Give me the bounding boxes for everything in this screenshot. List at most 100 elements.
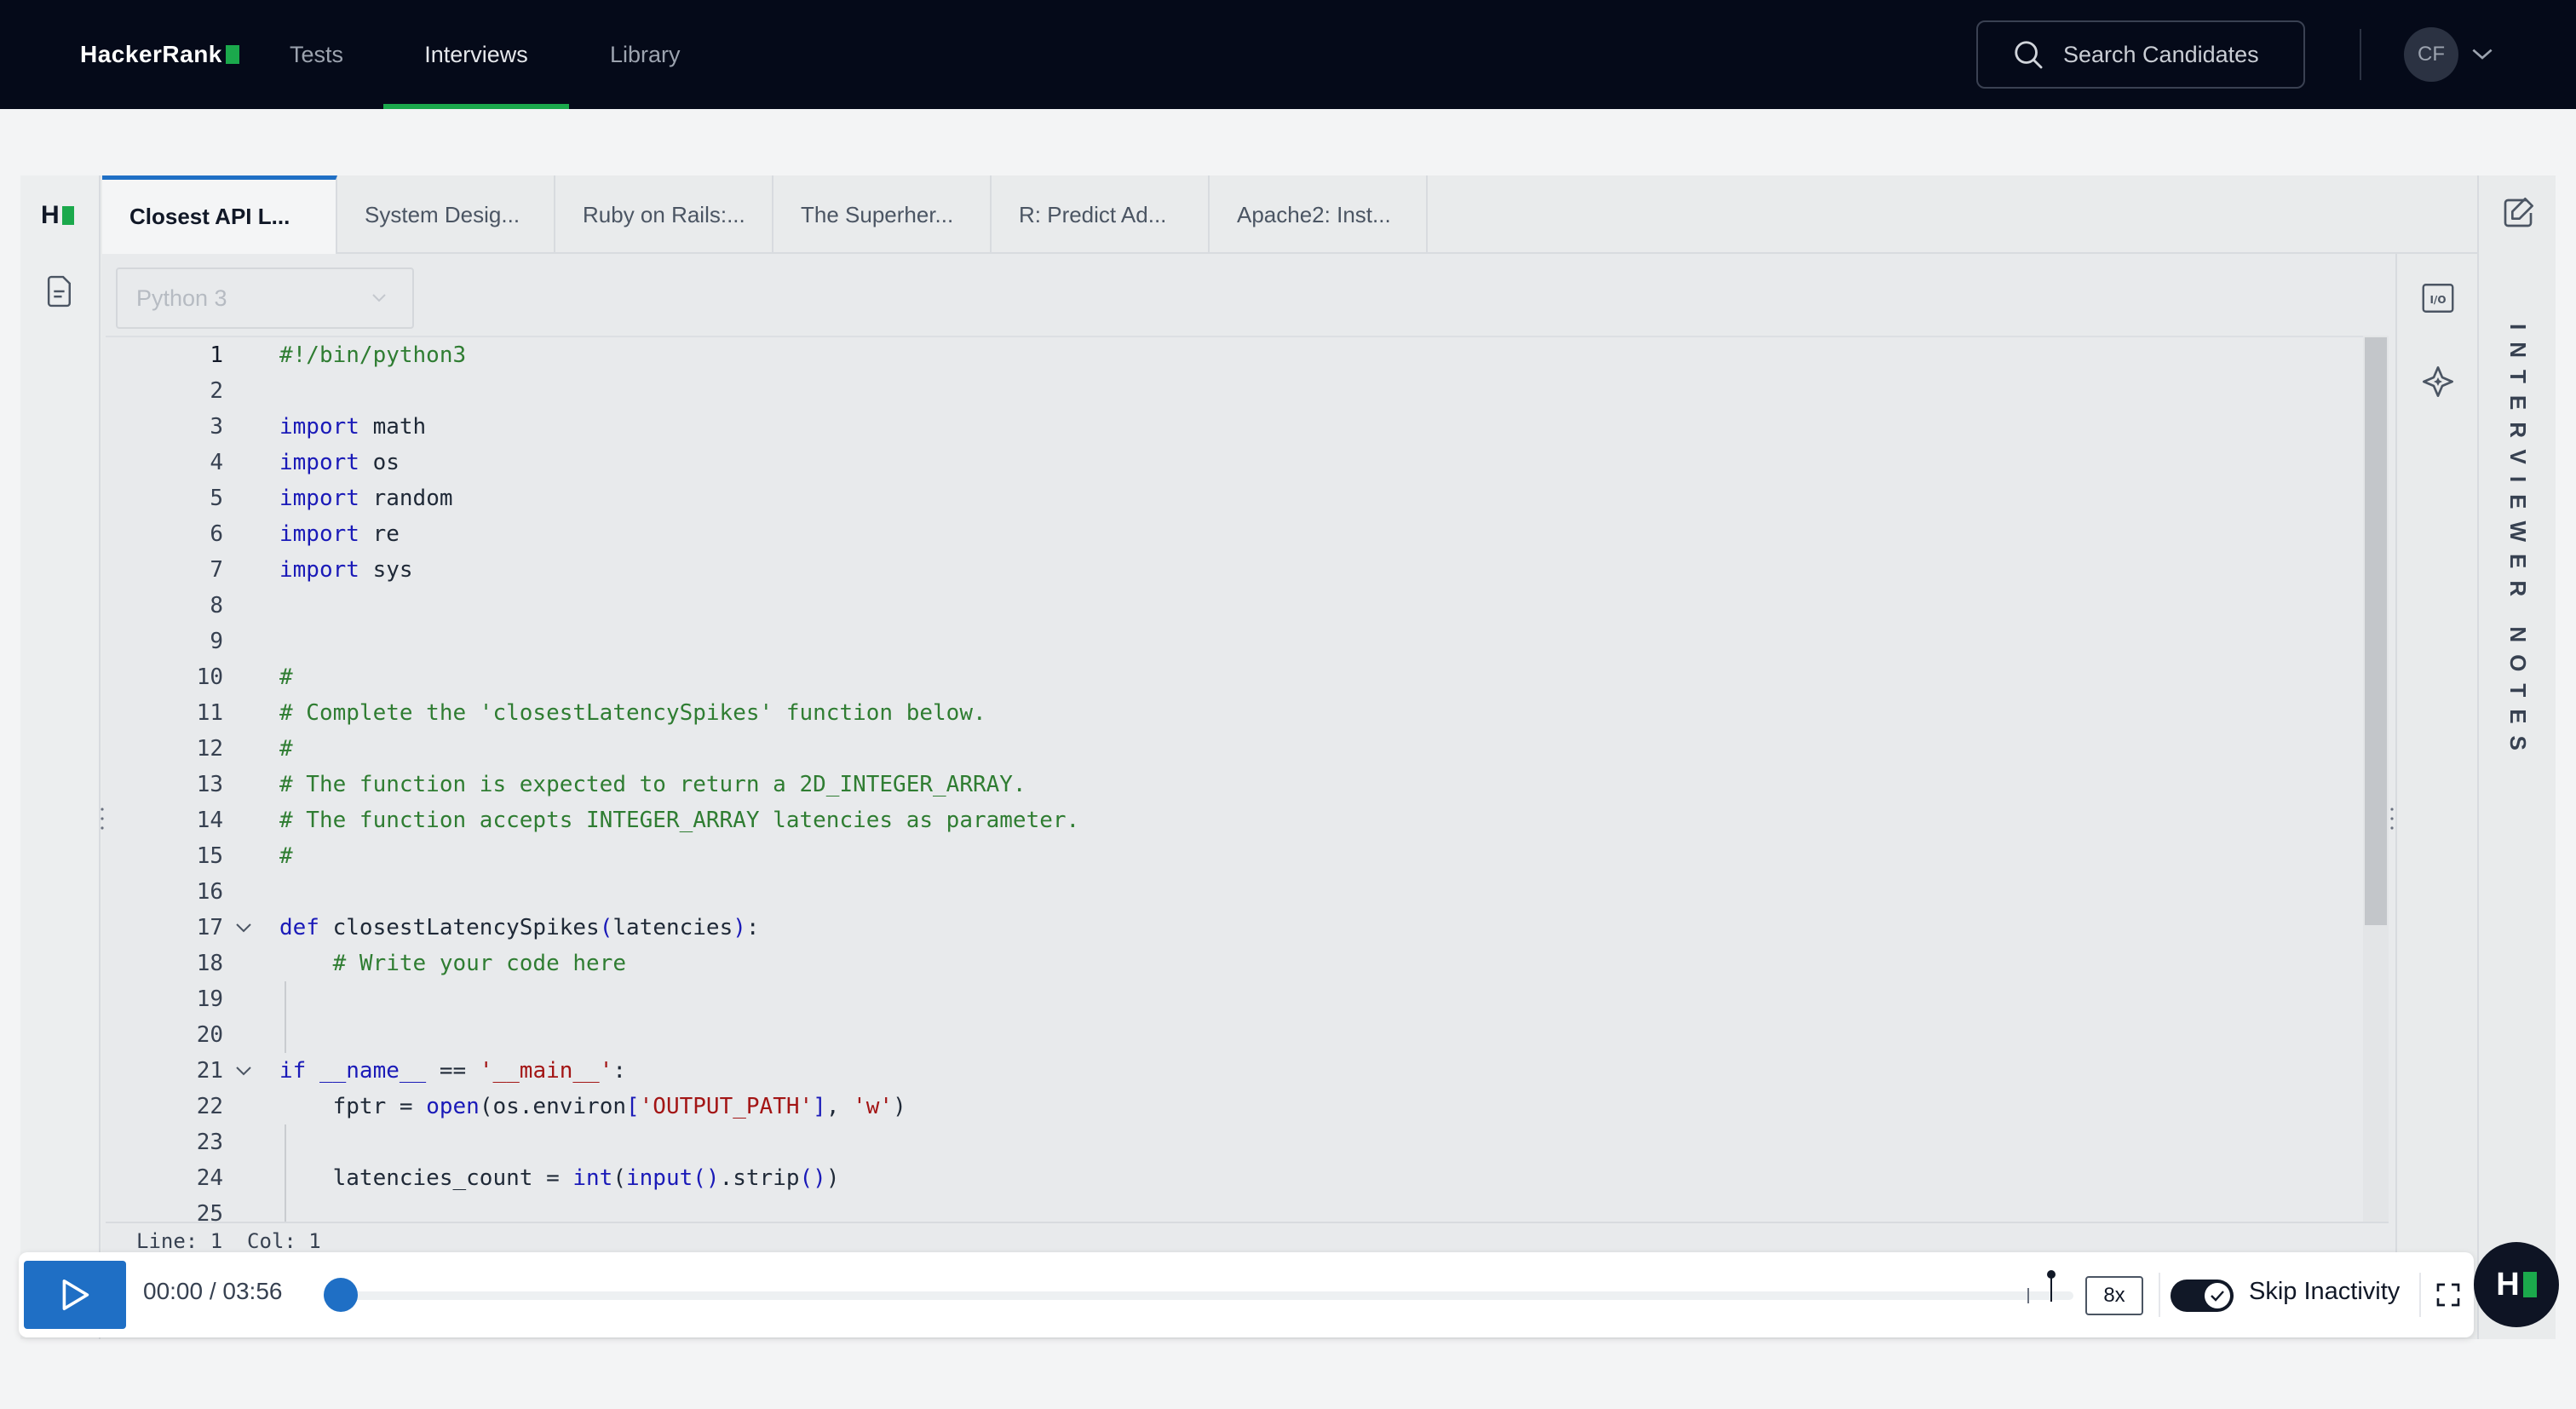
- line-number: 20: [196, 1022, 223, 1048]
- code-line: 3 import math: [106, 409, 2372, 445]
- tab-label: R: Predict Ad...: [1019, 201, 1167, 227]
- ai-assist-icon[interactable]: [2421, 365, 2455, 399]
- playback-time: 00:00 / 03:56: [143, 1278, 283, 1304]
- tab-label: System Desig...: [365, 201, 520, 227]
- timeline-marker-icon[interactable]: [2043, 1269, 2060, 1303]
- fold-chevron-icon[interactable]: [233, 921, 254, 935]
- check-icon: [2211, 1291, 2224, 1302]
- line-number: 24: [196, 1165, 223, 1191]
- nav-library[interactable]: Library: [610, 0, 681, 109]
- line-text: # Write your code here: [332, 951, 626, 976]
- top-navbar: HackerRank Tests Interviews Library Sear…: [0, 0, 2576, 109]
- code-line: 1 #!/bin/python3: [106, 337, 2372, 373]
- code-line: 7 import sys: [106, 552, 2372, 588]
- search-placeholder: Search Candidates: [2063, 41, 2259, 67]
- line-number: 21: [196, 1058, 223, 1084]
- drag-handle-icon[interactable]: [101, 806, 104, 831]
- divider: [2419, 1273, 2421, 1317]
- avatar[interactable]: CF: [2404, 27, 2458, 82]
- timeline-scrubber[interactable]: [324, 1278, 358, 1312]
- line-number: 11: [196, 700, 223, 726]
- logo-square: [225, 45, 239, 64]
- line-number: 4: [210, 450, 223, 475]
- line-number: 19: [196, 986, 223, 1012]
- hackerrank-logo[interactable]: HackerRank: [80, 39, 239, 70]
- line-text: latencies_count = int(input().strip()): [279, 1165, 840, 1191]
- code-line: 21 if __name__ == '__main__':: [106, 1053, 2372, 1089]
- code-editor[interactable]: 1 #!/bin/python3 2 3 import math 4 import o…: [106, 336, 2372, 1222]
- tab-apache2[interactable]: Apache2: Inst...: [1210, 175, 1428, 254]
- tab-system-design[interactable]: System Desig...: [337, 175, 555, 254]
- tab-label: The Superher...: [801, 201, 954, 227]
- search-icon: [2015, 41, 2043, 69]
- code-line: 16: [106, 874, 2372, 910]
- code-line: 4 import os: [106, 445, 2372, 480]
- brand-text: HackerRank: [80, 41, 222, 67]
- line-number: 16: [196, 879, 223, 905]
- code-line: 10 #: [106, 659, 2372, 695]
- hackerrank-help-button[interactable]: H: [2474, 1242, 2559, 1327]
- search-candidates-button[interactable]: Search Candidates: [1976, 20, 2305, 89]
- code-line: 5 import random: [106, 480, 2372, 516]
- code-line: 15 #: [106, 838, 2372, 874]
- code-line: 14 # The function accepts INTEGER_ARRAY l…: [106, 802, 2372, 838]
- nav-divider: [2360, 29, 2361, 80]
- cursor-position: Line: 1 Col: 1: [136, 1229, 321, 1253]
- question-document-icon[interactable]: [44, 274, 77, 308]
- code-line: 11 # Complete the 'closestLatencySpikes' …: [106, 695, 2372, 731]
- interviewer-notes-panel[interactable]: INTERVIEWER NOTES: [2477, 175, 2556, 1339]
- toggle-thumb: [2205, 1283, 2230, 1308]
- line-number: 2: [210, 378, 223, 404]
- drag-handle-icon[interactable]: [2390, 806, 2394, 831]
- line-number: 7: [210, 557, 223, 583]
- code-line: 19: [106, 981, 2372, 1017]
- line-number: 17: [196, 915, 223, 940]
- fold-chevron-icon[interactable]: [233, 1064, 254, 1078]
- line-number: 10: [196, 664, 223, 690]
- avatar-initials: CF: [2418, 43, 2445, 66]
- right-tool-rail: I/O: [2395, 254, 2477, 1261]
- nav-tests[interactable]: Tests: [290, 0, 343, 109]
- line-text: #: [279, 843, 293, 869]
- line-text: #: [279, 664, 293, 690]
- playback-timeline[interactable]: [336, 1291, 2073, 1300]
- mini-logo-text: H: [41, 201, 60, 229]
- line-text: # Complete the 'closestLatencySpikes' fu…: [279, 700, 986, 726]
- line-text: # The function is expected to return a 2…: [279, 772, 1026, 797]
- language-value: Python 3: [136, 285, 227, 311]
- speed-value: 8x: [2103, 1284, 2125, 1307]
- line-number: 18: [196, 951, 223, 976]
- code-line: 20: [106, 1017, 2372, 1053]
- fullscreen-icon[interactable]: [2435, 1281, 2462, 1308]
- skip-inactivity-toggle[interactable]: [2171, 1280, 2234, 1312]
- language-select[interactable]: Python 3: [116, 267, 414, 329]
- playback-bar: 00:00 / 03:56 8x Skip Inactivity: [19, 1252, 2474, 1337]
- chevron-down-icon[interactable]: [2469, 43, 2496, 66]
- code-line: 8: [106, 588, 2372, 624]
- line-number: 13: [196, 772, 223, 797]
- tab-closest-api[interactable]: Closest API L...: [102, 175, 337, 254]
- line-text: import math: [279, 414, 427, 440]
- line-number: 1: [210, 342, 223, 368]
- playback-speed-button[interactable]: 8x: [2085, 1276, 2143, 1315]
- code-line: 2: [106, 373, 2372, 409]
- tab-r-predict[interactable]: R: Predict Ad...: [992, 175, 1210, 254]
- notes-edit-icon[interactable]: [2501, 196, 2535, 230]
- tab-ruby-on-rails[interactable]: Ruby on Rails:...: [555, 175, 773, 254]
- nav-library-label: Library: [610, 41, 681, 67]
- tab-superhero[interactable]: The Superher...: [773, 175, 992, 254]
- line-number: 14: [196, 808, 223, 833]
- code-line: 25: [106, 1196, 2372, 1222]
- line-number: 8: [210, 593, 223, 618]
- line-number: 5: [210, 486, 223, 511]
- line-text: # The function accepts INTEGER_ARRAY lat…: [279, 808, 1080, 833]
- line-text: import os: [279, 450, 400, 475]
- editor-scrollbar-thumb[interactable]: [2365, 337, 2387, 925]
- nav-tests-label: Tests: [290, 41, 344, 67]
- io-icon[interactable]: I/O: [2421, 283, 2455, 313]
- nav-interviews[interactable]: Interviews: [383, 0, 569, 109]
- line-number: 22: [196, 1094, 223, 1119]
- timeline-tick: [2027, 1288, 2029, 1303]
- code-line: 24 latencies_count = int(input().strip()…: [106, 1160, 2372, 1196]
- play-button[interactable]: [24, 1261, 126, 1329]
